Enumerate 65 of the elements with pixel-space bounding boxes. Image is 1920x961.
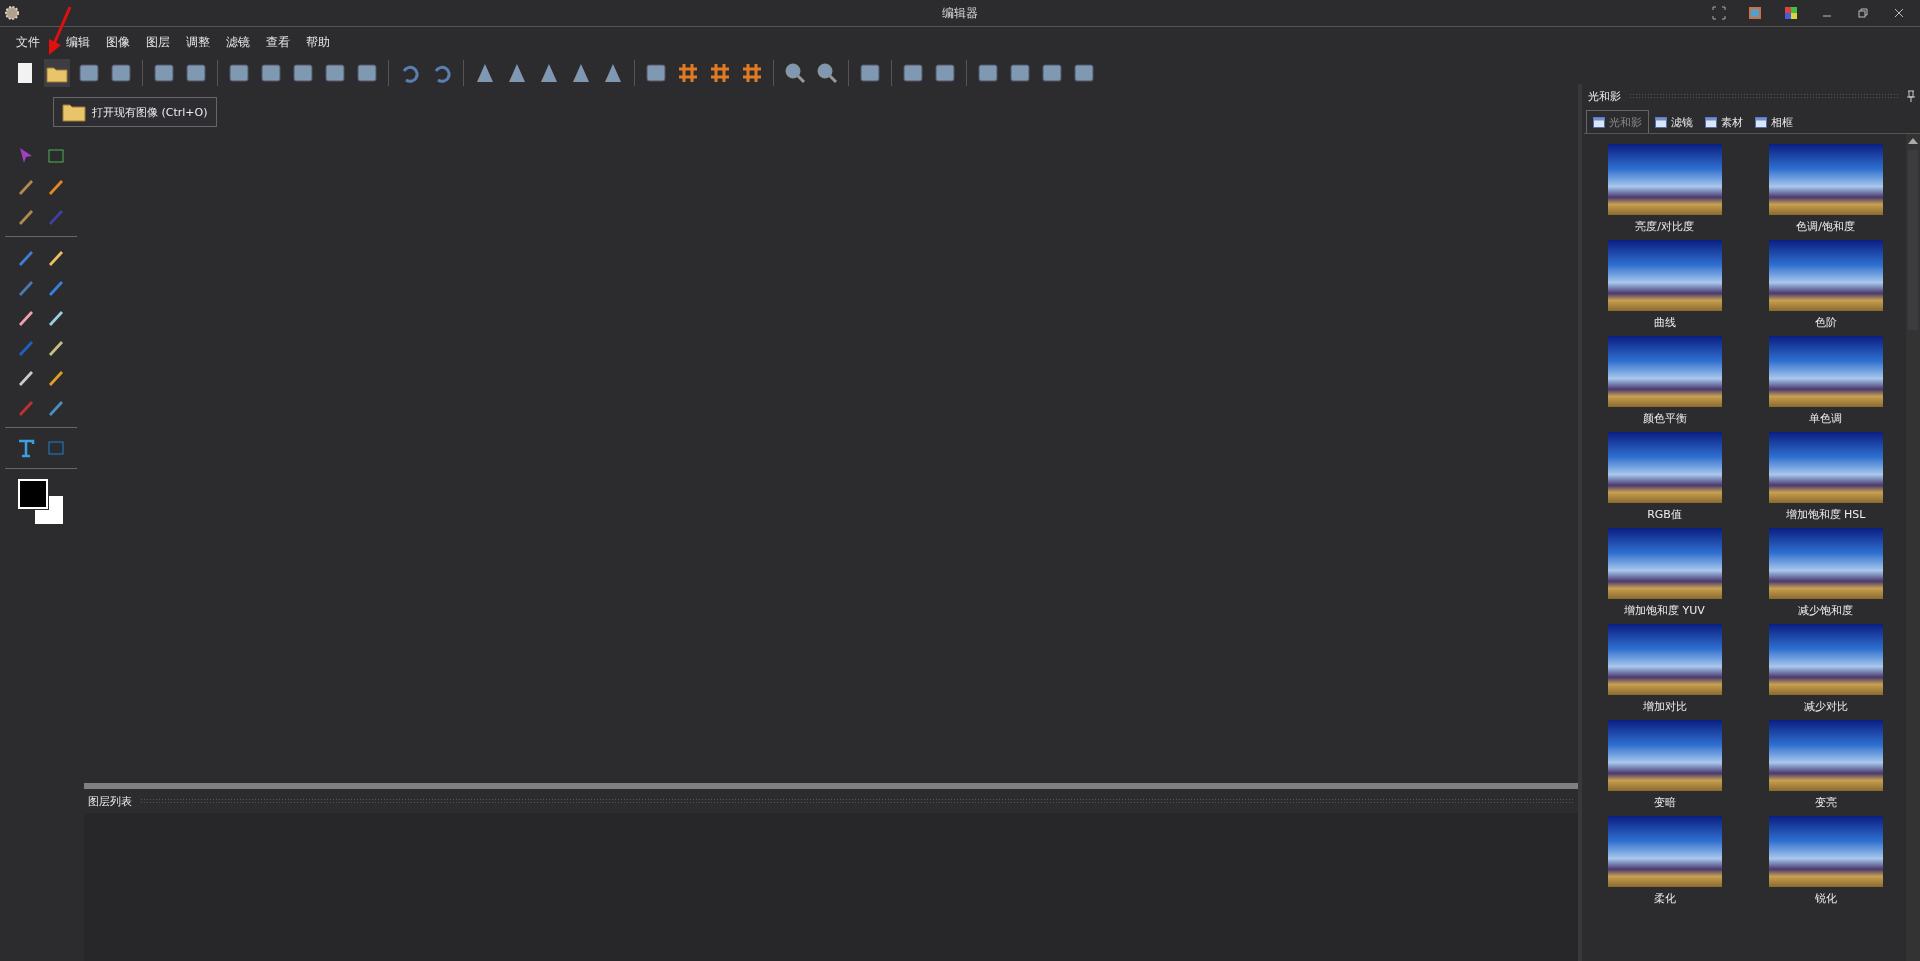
pin-icon[interactable] <box>1906 90 1916 102</box>
panel-tab[interactable]: 素材 <box>1699 111 1749 133</box>
menu-item[interactable]: 滤镜 <box>222 33 262 51</box>
background-color-swatch[interactable] <box>35 496 63 524</box>
table-icon <box>1705 116 1717 128</box>
restore-icon[interactable] <box>1856 6 1870 20</box>
photo-placeholder[interactable] <box>1768 816 1883 887</box>
menu-item[interactable]: 查看 <box>262 33 302 51</box>
photo-placeholder[interactable] <box>1768 240 1883 311</box>
panel-tab[interactable]: 滤镜 <box>1649 111 1699 133</box>
photo-placeholder[interactable] <box>1607 816 1722 887</box>
text-tool-icon[interactable] <box>16 438 36 458</box>
effect-label[interactable]: 减少饱和度 <box>1798 603 1853 618</box>
effect-label[interactable]: 曲线 <box>1653 315 1676 330</box>
open-folder-icon <box>62 102 86 122</box>
panel-tab[interactable]: 光和影 <box>1586 110 1649 133</box>
table-icon <box>1655 116 1667 128</box>
effect-label[interactable]: 变亮 <box>1814 795 1837 810</box>
photo-placeholder[interactable] <box>1607 432 1722 503</box>
menu-item[interactable]: 图层 <box>142 33 182 51</box>
palette-grid-icon[interactable] <box>1784 6 1798 20</box>
photo-placeholder[interactable] <box>1607 624 1722 695</box>
menu-item[interactable]: 文件 <box>12 33 62 51</box>
menu-item[interactable]: 帮助 <box>302 33 342 51</box>
effect-label[interactable]: 增加饱和度 HSL <box>1785 507 1866 522</box>
effect-label[interactable]: 颜色平衡 <box>1642 411 1687 426</box>
table-icon <box>1593 116 1605 128</box>
effect-label[interactable]: 柔化 <box>1653 891 1676 906</box>
open-folder-icon[interactable] <box>44 59 70 87</box>
photo-placeholder[interactable] <box>1607 240 1722 311</box>
menu-item[interactable]: 编辑 <box>62 33 102 51</box>
effect-label[interactable]: 锐化 <box>1814 891 1837 906</box>
menu-item[interactable]: 调整 <box>182 33 222 51</box>
effect-label[interactable]: 增加对比 <box>1642 699 1687 714</box>
effect-label[interactable]: 变暗 <box>1653 795 1676 810</box>
photo-placeholder[interactable] <box>1607 528 1722 599</box>
panel-title: 图层列表 <box>88 793 132 809</box>
effect-label[interactable]: RGB值 <box>1647 507 1682 522</box>
photo-placeholder[interactable] <box>1768 720 1883 791</box>
effect-label[interactable]: 增加饱和度 YUV <box>1624 603 1705 618</box>
photo-placeholder[interactable] <box>1607 336 1722 407</box>
photo-placeholder[interactable] <box>1768 432 1883 503</box>
photo-placeholder[interactable] <box>1768 336 1883 407</box>
table-icon <box>1755 116 1767 128</box>
window-title: 编辑器 <box>942 4 978 22</box>
effect-label[interactable]: 色调/饱和度 <box>1796 219 1855 234</box>
effect-label[interactable]: 减少对比 <box>1803 699 1848 714</box>
effect-label[interactable]: 色阶 <box>1814 315 1837 330</box>
panel-title: 光和影 <box>1588 88 1621 104</box>
photo-placeholder[interactable] <box>1768 528 1883 599</box>
foreground-color-swatch[interactable] <box>18 479 48 509</box>
menu-item[interactable]: 图像 <box>102 33 142 51</box>
photo-placeholder[interactable] <box>1768 624 1883 695</box>
photo-placeholder[interactable] <box>1768 144 1883 215</box>
close-icon[interactable] <box>1892 6 1906 20</box>
fullscreen-icon[interactable] <box>1712 6 1726 20</box>
photo-placeholder[interactable] <box>1607 144 1722 215</box>
effect-label[interactable]: 亮度/对比度 <box>1635 219 1694 234</box>
tooltip-text: 打开现有图像 (Ctrl+O) <box>92 104 208 120</box>
effect-label[interactable]: 单色调 <box>1809 411 1842 426</box>
panel-tab[interactable]: 相框 <box>1749 111 1799 133</box>
photo-placeholder[interactable] <box>1607 720 1722 791</box>
colorful-app-icon[interactable] <box>1748 6 1762 20</box>
scroll-up-icon[interactable] <box>1908 138 1918 144</box>
app-logo-icon <box>4 5 20 21</box>
